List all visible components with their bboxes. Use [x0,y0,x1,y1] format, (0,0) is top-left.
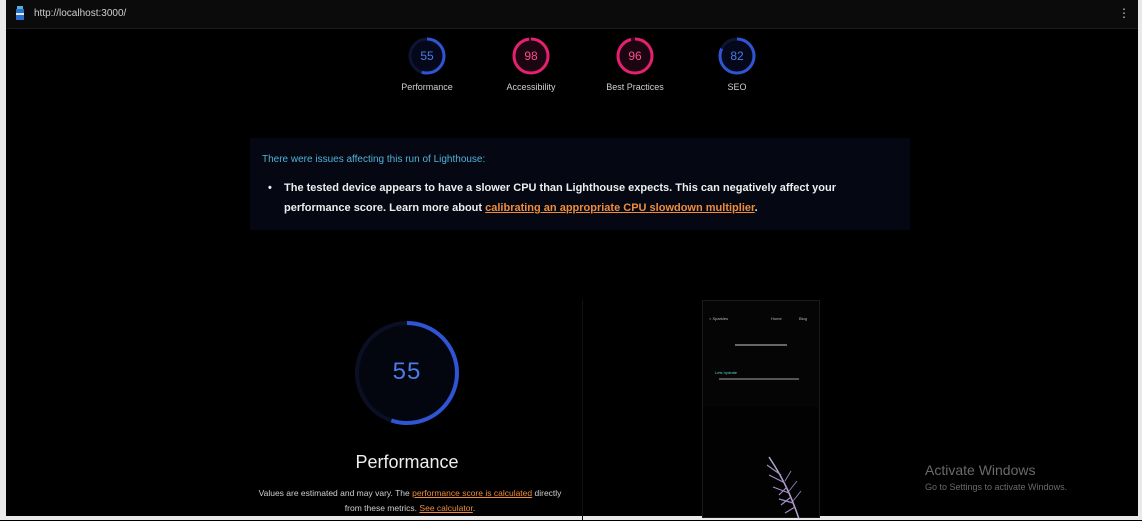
windows-activation-watermark: Activate Windows Go to Settings to activ… [925,462,1067,492]
preview-text-line [735,344,787,346]
gauge-score: 98 [524,49,538,63]
watermark-line2: Go to Settings to activate Windows. [925,482,1068,492]
cpu-slowdown-link[interactable]: calibrating an appropriate CPU slowdown … [485,202,755,214]
score-gauges: 55 Performance 98 Accessibility 96 Best … [0,36,1142,126]
performance-gauge-large: 55 [352,318,462,428]
performance-heading: Performance [355,452,459,472]
desc-text: . [472,503,476,513]
preview-text-line [719,378,799,380]
final-screenshot-thumbnail[interactable]: < Sparkles Home Blog Lets hydrate [702,300,820,520]
divider [582,300,583,520]
gauge-label: Performance [401,82,453,92]
warnings-title: There were issues affecting this run of … [262,154,486,165]
performance-score-large: 55 [392,358,422,385]
gauge-seo[interactable]: 82 SEO [692,36,782,92]
desc-text: Values are estimated and may vary. The [258,488,413,498]
gauge-label: SEO [727,82,747,92]
gauge-label: Best Practices [606,82,664,92]
gauge-performance[interactable]: 55 Performance [382,36,472,92]
watermark-line1: Activate Windows [925,462,1036,478]
preview-nav: < Sparkles Home Blog [703,301,819,335]
page-url: http://localhost:3000/ [34,8,127,19]
performance-description: Values are estimated and may vary. The p… [250,486,570,516]
warning-end: . [754,202,758,214]
gauge-label: Accessibility [506,82,556,92]
report-topbar: http://localhost:3000/ ⋮ [6,0,1138,29]
see-calculator-link[interactable]: See calculator [419,503,472,513]
preview-teal-text: Lets hydrate [715,370,738,375]
feather-image-icon [766,456,802,520]
preview-nav-mid: Home [771,316,782,321]
gauge-score: 82 [730,49,744,63]
warning-item: The tested device appears to have a slow… [268,178,884,218]
warnings-box: There were issues affecting this run of … [250,138,910,230]
gauge-best-practices[interactable]: 96 Best Practices [590,36,680,92]
lighthouse-icon [16,6,24,20]
preview-nav-left: < Sparkles [709,316,729,321]
menu-icon[interactable]: ⋮ [1118,6,1130,20]
gauge-accessibility[interactable]: 98 Accessibility [486,36,576,92]
score-calc-link[interactable]: performance score is calculated [412,488,532,498]
gauge-score: 55 [420,49,434,63]
gauge-score: 96 [628,49,642,63]
preview-nav-right: Blog [799,316,808,321]
